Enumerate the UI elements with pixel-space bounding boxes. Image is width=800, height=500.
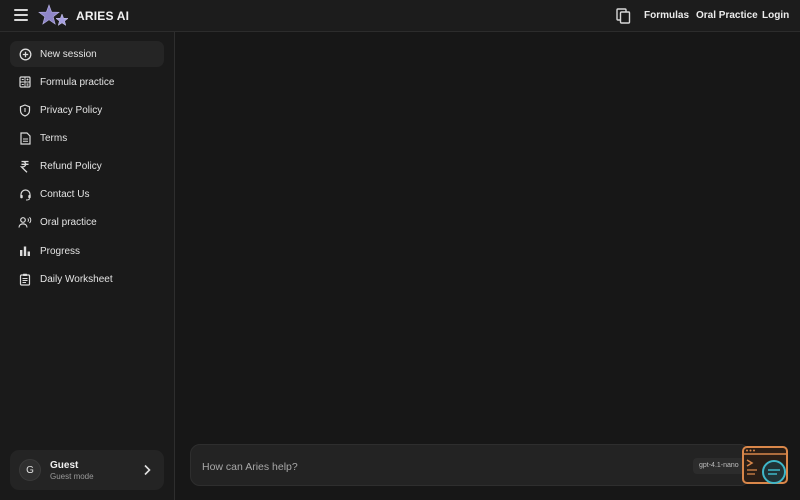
rupee-icon <box>18 159 32 173</box>
user-account-card[interactable]: G Guest Guest mode <box>10 450 164 490</box>
sidebar-item-label: New session <box>40 48 97 60</box>
sidebar-item-label: Daily Worksheet <box>40 273 113 285</box>
user-name: Guest <box>50 460 79 471</box>
sidebar-item-progress[interactable]: Progress <box>10 238 164 264</box>
calculator-icon <box>18 75 32 89</box>
headset-icon <box>18 187 32 201</box>
sidebar-item-contact-us[interactable]: Contact Us <box>10 181 164 207</box>
chat-input-container: gpt-4.1-nano <box>190 444 750 486</box>
hamburger-menu-icon[interactable] <box>14 9 28 21</box>
chevron-right-icon <box>144 464 151 476</box>
sidebar-item-new-session[interactable]: New session <box>10 41 164 67</box>
top-bar: ARIES AI Formulas Oral Practice Login <box>0 0 800 32</box>
chat-area <box>175 32 800 500</box>
sidebar-item-daily-worksheet[interactable]: Daily Worksheet <box>10 266 164 292</box>
logo-stars-icon <box>38 4 69 26</box>
user-mode: Guest mode <box>50 472 94 481</box>
sidebar-item-label: Refund Policy <box>40 160 102 172</box>
nav-login[interactable]: Login <box>762 10 789 21</box>
document-icon <box>18 131 32 145</box>
sidebar-item-terms[interactable]: Terms <box>10 125 164 151</box>
avatar: G <box>19 459 41 481</box>
chat-input[interactable] <box>200 457 664 477</box>
sidebar-item-label: Progress <box>40 245 81 257</box>
sidebar-item-formula-practice[interactable]: Formula practice <box>10 69 164 95</box>
sidebar-item-label: Formula practice <box>40 76 115 88</box>
sidebar-item-label: Contact Us <box>40 188 90 200</box>
copy-icon[interactable] <box>616 8 631 24</box>
model-selector[interactable]: gpt-4.1-nano <box>693 458 745 474</box>
brand-name[interactable]: ARIES AI <box>76 9 129 23</box>
clipboard-icon <box>18 272 32 286</box>
shield-icon <box>18 103 32 117</box>
nav-oral-practice[interactable]: Oral Practice <box>696 10 758 21</box>
nav-formulas[interactable]: Formulas <box>644 10 689 21</box>
sidebar-item-label: Oral practice <box>40 216 97 228</box>
sidebar-item-label: Privacy Policy <box>40 104 103 116</box>
sidebar-item-label: Terms <box>40 132 68 144</box>
plus-circle-icon <box>18 47 32 61</box>
floating-assistant-icon[interactable] <box>742 446 790 486</box>
bar-chart-icon <box>18 244 32 258</box>
sidebar-item-oral-practice[interactable]: Oral practice <box>10 209 164 235</box>
sidebar-item-privacy-policy[interactable]: Privacy Policy <box>10 97 164 123</box>
speaking-person-icon <box>18 215 32 229</box>
sidebar-item-refund-policy[interactable]: Refund Policy <box>10 153 164 179</box>
